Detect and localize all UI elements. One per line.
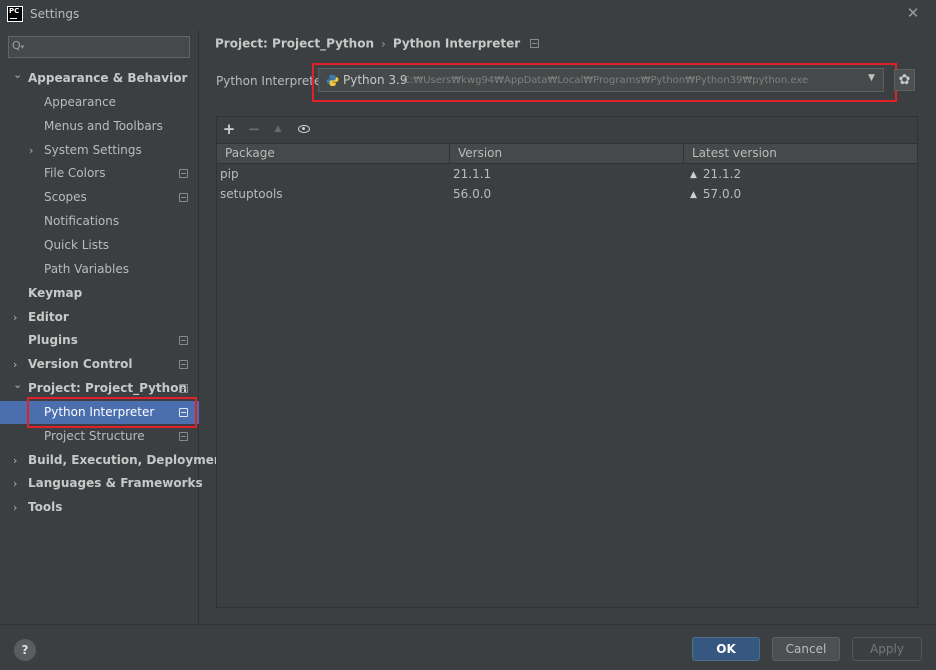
latest-version-text: 57.0.0 <box>702 187 742 201</box>
sidebar-item-version-control[interactable]: › Version Control <box>0 353 199 376</box>
breadcrumb-current: Python Interpreter <box>392 36 521 51</box>
breadcrumb-separator: › <box>381 36 386 51</box>
gear-icon[interactable]: ✿ <box>894 69 915 91</box>
help-button[interactable]: ? <box>14 639 36 661</box>
add-package-button[interactable]: + <box>221 120 237 138</box>
column-header-latest[interactable]: Latest version <box>684 144 917 163</box>
package-latest-version: ▲ 21.1.2 <box>690 164 741 186</box>
sidebar-item-label: Editor <box>28 309 69 324</box>
sidebar-item-label: Tools <box>28 500 63 515</box>
package-version: 21.1.1 <box>453 167 492 181</box>
sidebar-item-label: Quick Lists <box>44 237 109 252</box>
upgrade-available-icon: ▲ <box>690 170 697 180</box>
sidebar-item-notifications[interactable]: Notifications <box>0 210 199 233</box>
sidebar-item-quick-lists[interactable]: Quick Lists <box>0 234 199 257</box>
project-scope-icon <box>179 360 188 370</box>
breadcrumb-parent[interactable]: Project: Project_Python <box>215 37 374 51</box>
sidebar-item-appearance-behavior[interactable]: ⌄ Appearance & Behavior <box>0 67 199 90</box>
packages-table: Package Version Latest version pip 21.1.1… <box>217 143 917 204</box>
project-scope-icon <box>179 169 188 179</box>
eye-icon <box>298 125 310 133</box>
table-row[interactable]: setuptools 56.0.0 ▲ 57.0.0 <box>217 184 917 204</box>
breadcrumb: Project: Project_Python › Python Interpret… <box>215 36 540 52</box>
sidebar-item-scopes[interactable]: Scopes <box>0 186 199 209</box>
project-scope-icon <box>179 336 188 346</box>
chevron-right-icon[interactable]: › <box>13 472 23 495</box>
upgrade-package-button[interactable]: ▲ <box>270 120 286 138</box>
latest-version-text: 21.1.2 <box>702 167 742 181</box>
table-header: Package Version Latest version <box>217 143 917 164</box>
packages-toolbar: + − ▲ <box>217 117 917 142</box>
table-row[interactable]: pip 21.1.1 ▲ 21.1.2 <box>217 164 917 184</box>
project-scope-icon <box>530 39 540 48</box>
project-scope-icon <box>179 431 188 441</box>
sidebar-item-tools[interactable]: › Tools <box>0 496 199 519</box>
package-name: pip <box>220 167 239 181</box>
sidebar-item-label: System Settings <box>44 142 142 157</box>
cancel-button[interactable]: Cancel <box>772 637 840 661</box>
sidebar-item-label: Appearance & Behavior <box>28 71 188 85</box>
chevron-right-icon[interactable]: › <box>13 306 23 329</box>
sidebar-item-label: Plugins <box>28 333 78 348</box>
packages-panel: + − ▲ Package Version Latest version pip… <box>216 116 918 608</box>
project-scope-icon <box>179 193 188 203</box>
close-icon[interactable]: ✕ <box>904 4 922 22</box>
highlight-box-nav <box>27 397 197 428</box>
chevron-right-icon[interactable]: › <box>29 139 39 162</box>
sidebar-item-label: Appearance <box>44 94 117 109</box>
sidebar-item-label: Languages & Frameworks <box>28 476 203 491</box>
sidebar-item-build-execution-deployment[interactable]: › Build, Execution, Deployment <box>0 449 228 472</box>
sidebar-item-project-structure[interactable]: Project Structure <box>0 425 199 448</box>
sidebar-item-label: Keymap <box>28 285 83 300</box>
sidebar-item-keymap[interactable]: Keymap <box>0 282 199 305</box>
sidebar-item-editor[interactable]: › Editor <box>0 306 199 329</box>
remove-package-button[interactable]: − <box>246 120 262 138</box>
sidebar-item-plugins[interactable]: Plugins <box>0 329 199 352</box>
sidebar-item-label: Menus and Toolbars <box>44 118 163 133</box>
sidebar-item-system-settings[interactable]: › System Settings <box>0 139 199 162</box>
chevron-right-icon[interactable]: › <box>13 496 23 519</box>
column-header-package[interactable]: Package <box>217 144 450 163</box>
sidebar-item-languages-frameworks[interactable]: › Languages & Frameworks <box>0 472 203 495</box>
search-icon: Q▾ <box>12 39 25 52</box>
column-header-version[interactable]: Version <box>450 144 684 163</box>
dialog-button-bar: ? OK Cancel Apply <box>0 624 936 670</box>
sidebar-item-appearance[interactable]: Appearance <box>0 91 199 114</box>
show-early-releases-button[interactable] <box>296 120 312 138</box>
window-title: Settings <box>30 7 80 21</box>
chevron-right-icon[interactable]: › <box>13 449 23 472</box>
sidebar-item-label: Build, Execution, Deployment <box>28 452 229 467</box>
sidebar-item-label: Path Variables <box>44 261 130 276</box>
pycharm-logo-icon: PC <box>7 6 23 22</box>
package-version: 56.0.0 <box>453 187 492 201</box>
sidebar-item-label: Notifications <box>44 214 120 229</box>
table-body: pip 21.1.1 ▲ 21.1.2 setuptools 56.0.0 ▲ 57.0.0 <box>217 164 917 204</box>
sidebar-item-label: Version Control <box>28 357 133 372</box>
settings-search-input[interactable]: Q▾ <box>8 36 190 58</box>
highlight-box-interpreter <box>312 63 897 102</box>
sidebar-item-file-colors[interactable]: File Colors <box>0 162 199 185</box>
sidebar-item-menus-and-toolbars[interactable]: Menus and Toolbars <box>0 115 199 138</box>
upgrade-available-icon: ▲ <box>690 190 697 200</box>
sidebar-item-label: Scopes <box>44 190 87 205</box>
package-name: setuptools <box>220 187 283 201</box>
sidebar-item-path-variables[interactable]: Path Variables <box>0 258 199 281</box>
ok-button[interactable]: OK <box>692 637 760 661</box>
sidebar-item-label: File Colors <box>44 166 106 181</box>
chevron-down-icon[interactable]: ⌄ <box>13 373 23 396</box>
apply-button[interactable]: Apply <box>852 637 922 661</box>
title-bar: PC Settings ✕ <box>0 0 936 30</box>
chevron-down-icon[interactable]: ⌄ <box>13 63 23 86</box>
package-latest-version: ▲ 57.0.0 <box>690 184 741 206</box>
project-scope-icon <box>179 384 188 394</box>
settings-sidebar: Q▾ ⌄ Appearance & Behavior Appearance Menus… <box>0 30 228 624</box>
sidebar-item-label: Project Structure <box>44 428 145 443</box>
